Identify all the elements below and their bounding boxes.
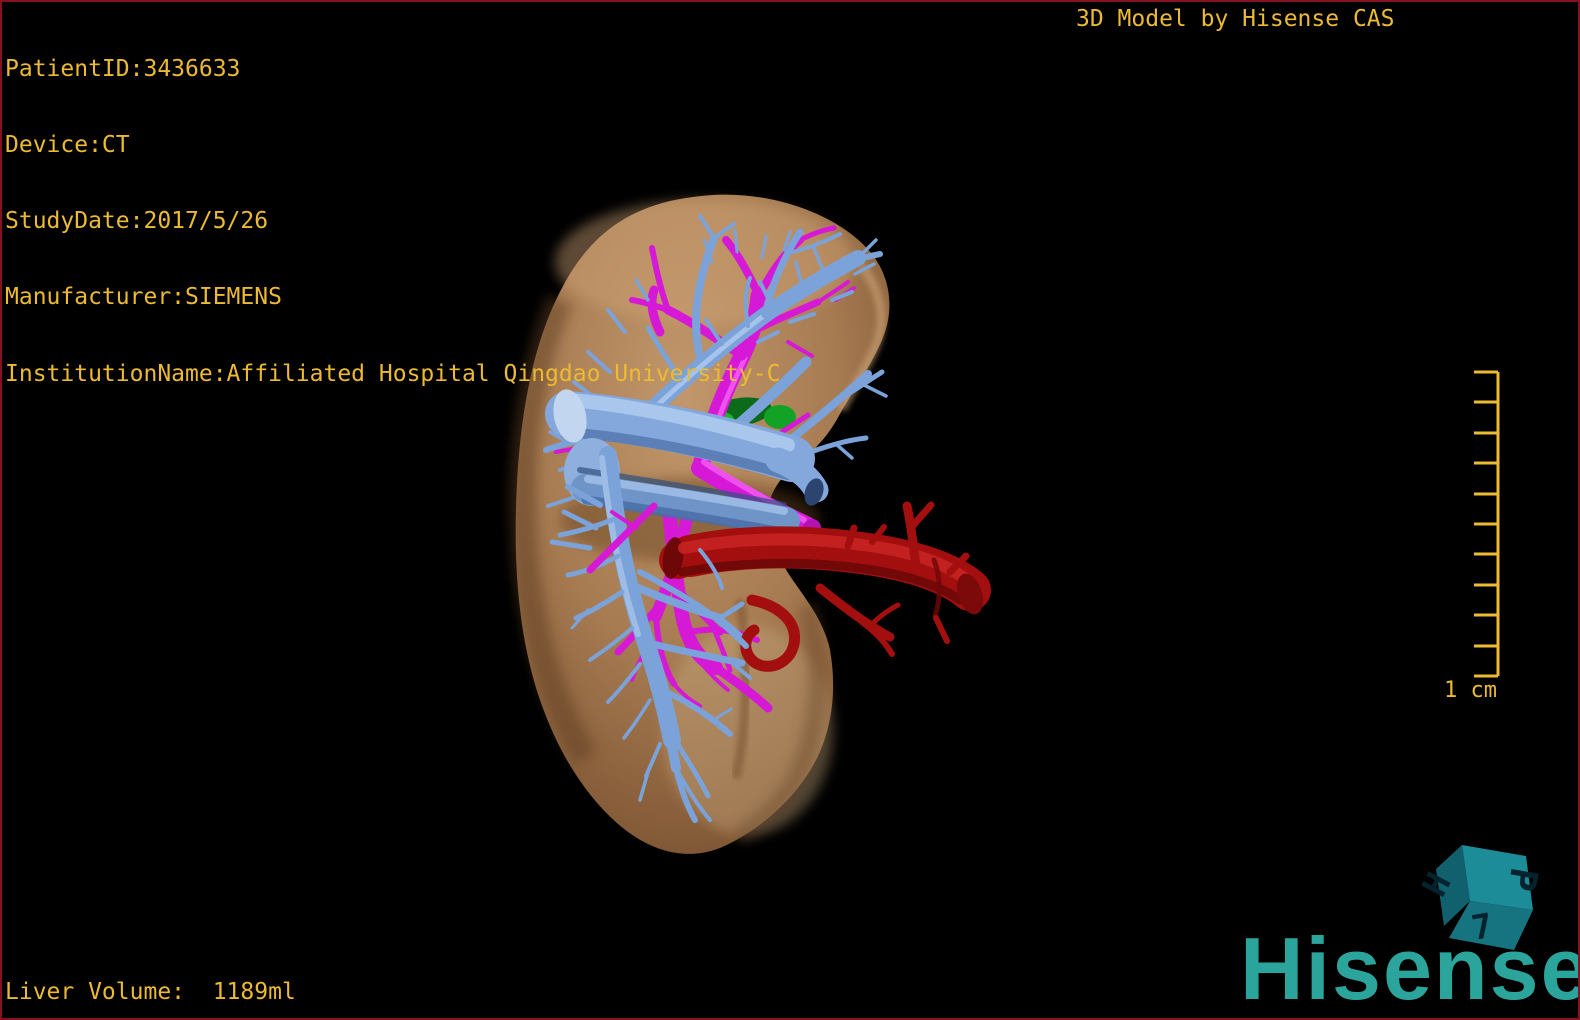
viewport-frame-border (0, 0, 1580, 1020)
cas-3d-viewer-window: { "overlay": { "patient_info": { "lines"… (0, 0, 1580, 1020)
